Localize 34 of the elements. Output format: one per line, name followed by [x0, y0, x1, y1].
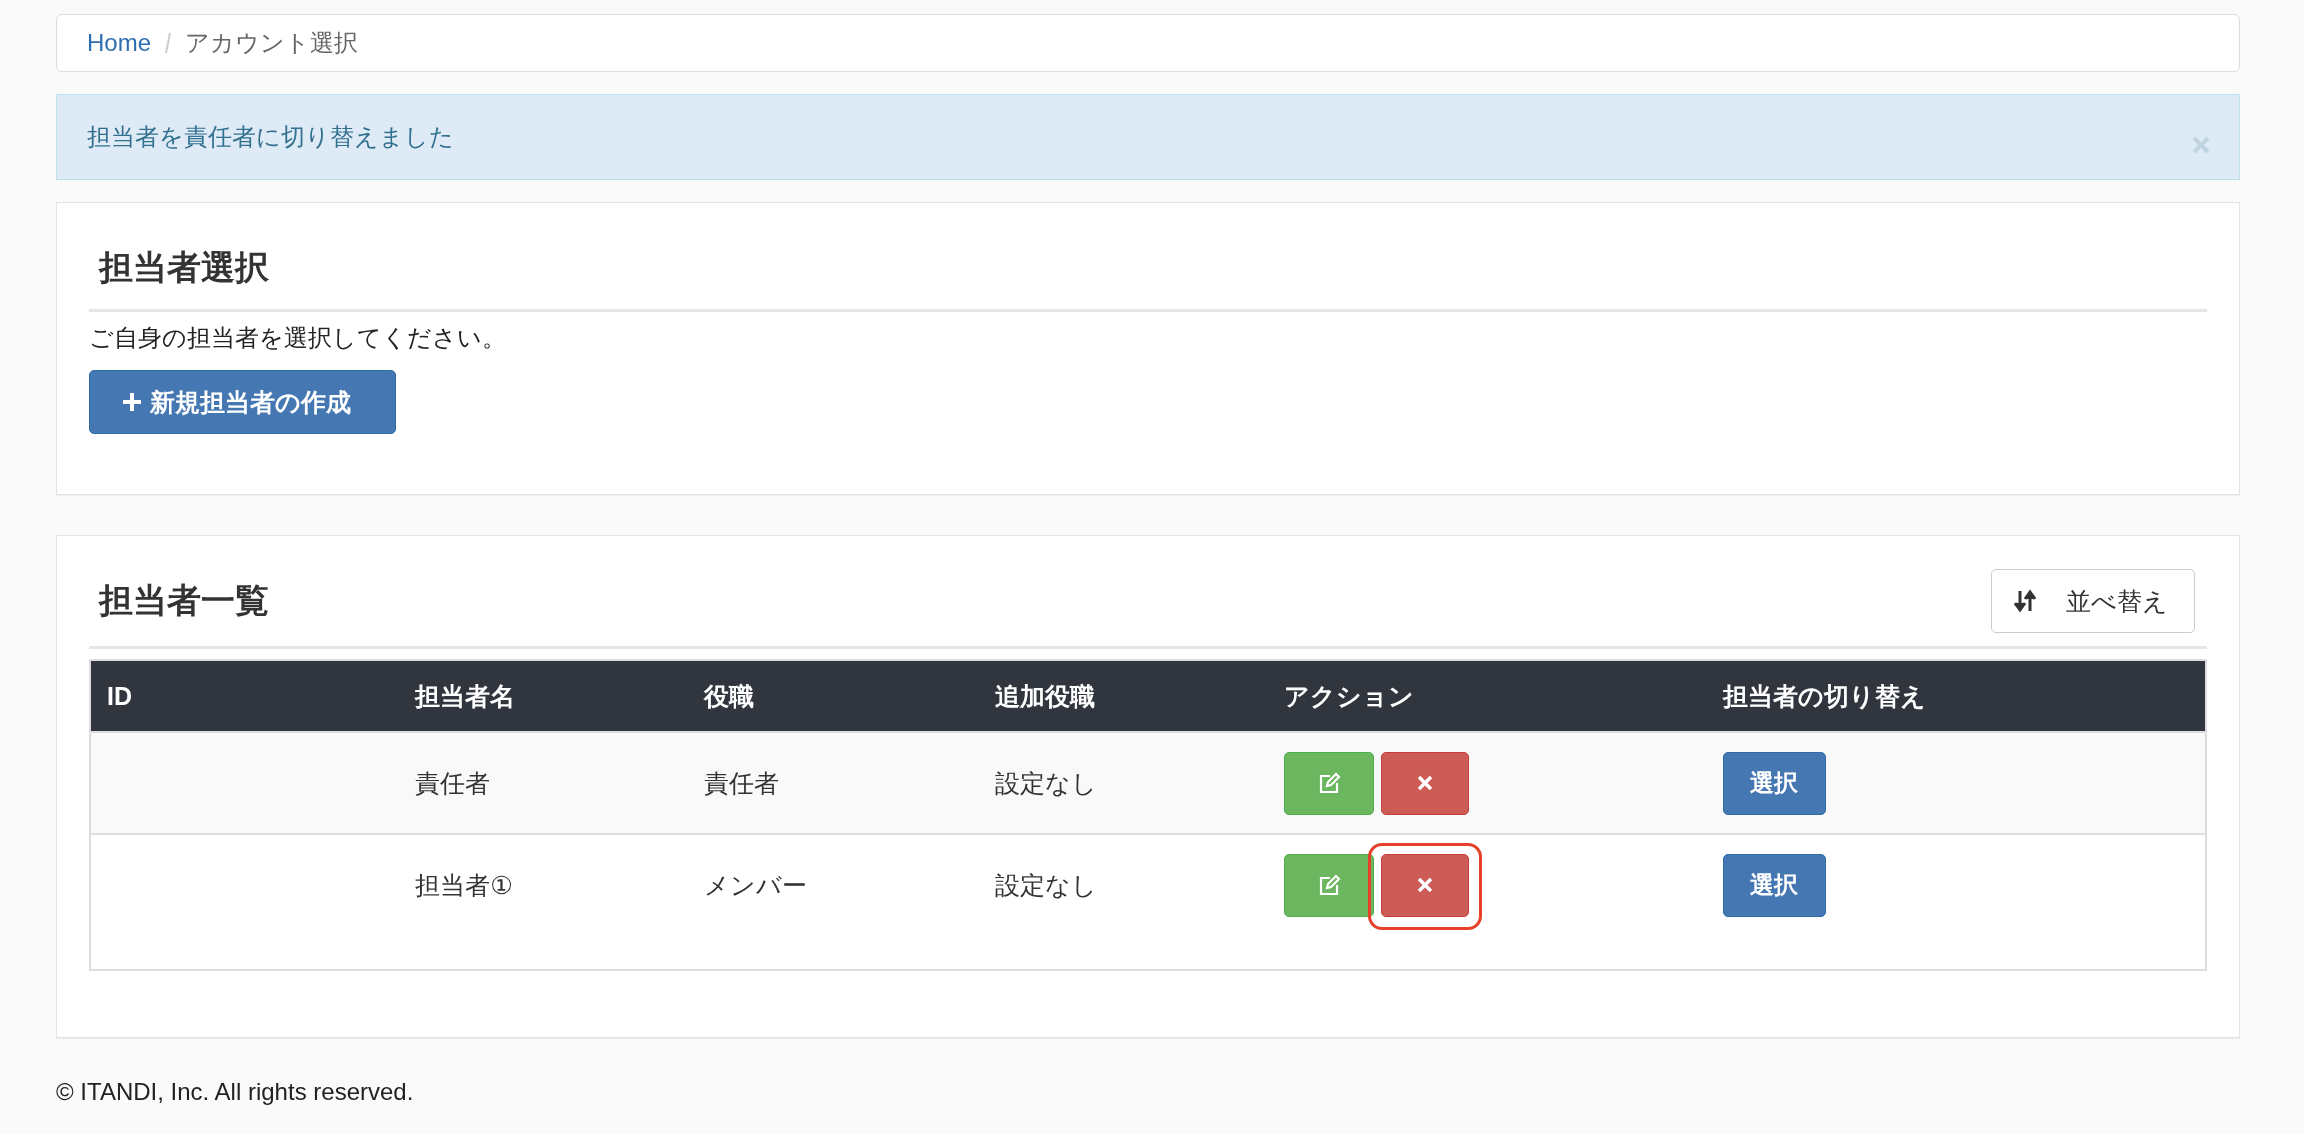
panel-title: 担当者選択	[97, 247, 270, 287]
plus-icon	[122, 392, 142, 412]
table-cell: 担当者①	[415, 870, 513, 899]
column-header: 追加役職	[979, 660, 1269, 732]
column-header: 担当者名	[399, 660, 689, 732]
select-button[interactable]: 選択	[1722, 853, 1826, 917]
breadcrumb-link[interactable]: Home	[87, 29, 152, 57]
column-header: アクション	[1268, 660, 1707, 732]
panel-description: ご自身の担当者を選択してください。	[89, 323, 507, 353]
breadcrumb-current: アカウント選択	[185, 28, 359, 58]
edit-icon	[1317, 771, 1342, 795]
separator-icon	[163, 31, 174, 55]
column-header: ID	[90, 660, 400, 732]
create-button[interactable]: 新規担当者の作成	[89, 370, 396, 434]
table-cell: 責任者	[704, 768, 780, 797]
select-button[interactable]: 選択	[1722, 751, 1826, 815]
edit-icon	[1317, 873, 1342, 897]
sort-button[interactable]: 並べ替え	[1991, 569, 2195, 633]
table-cell: メンバー	[704, 870, 808, 899]
table-cell: 責任者	[415, 768, 491, 797]
delete-button[interactable]	[1381, 751, 1470, 815]
delete-button[interactable]	[1381, 853, 1470, 917]
column-header: 担当者の切り替え	[1706, 660, 2206, 732]
table-cell: 設定なし	[995, 870, 1098, 899]
edit-button[interactable]	[1284, 853, 1375, 917]
alert-message: 担当者を責任者に切り替えました	[87, 122, 454, 152]
sort-icon	[2014, 589, 2036, 613]
edit-button[interactable]	[1284, 751, 1375, 815]
close-icon	[1417, 877, 1434, 893]
column-header: 役職	[688, 660, 980, 732]
table-cell: 設定なし	[995, 768, 1098, 797]
copyright-text: © ITANDI, Inc. All rights reserved.	[56, 1078, 414, 1105]
close-icon	[1417, 775, 1434, 791]
panel-title: 担当者一覧	[97, 580, 269, 621]
